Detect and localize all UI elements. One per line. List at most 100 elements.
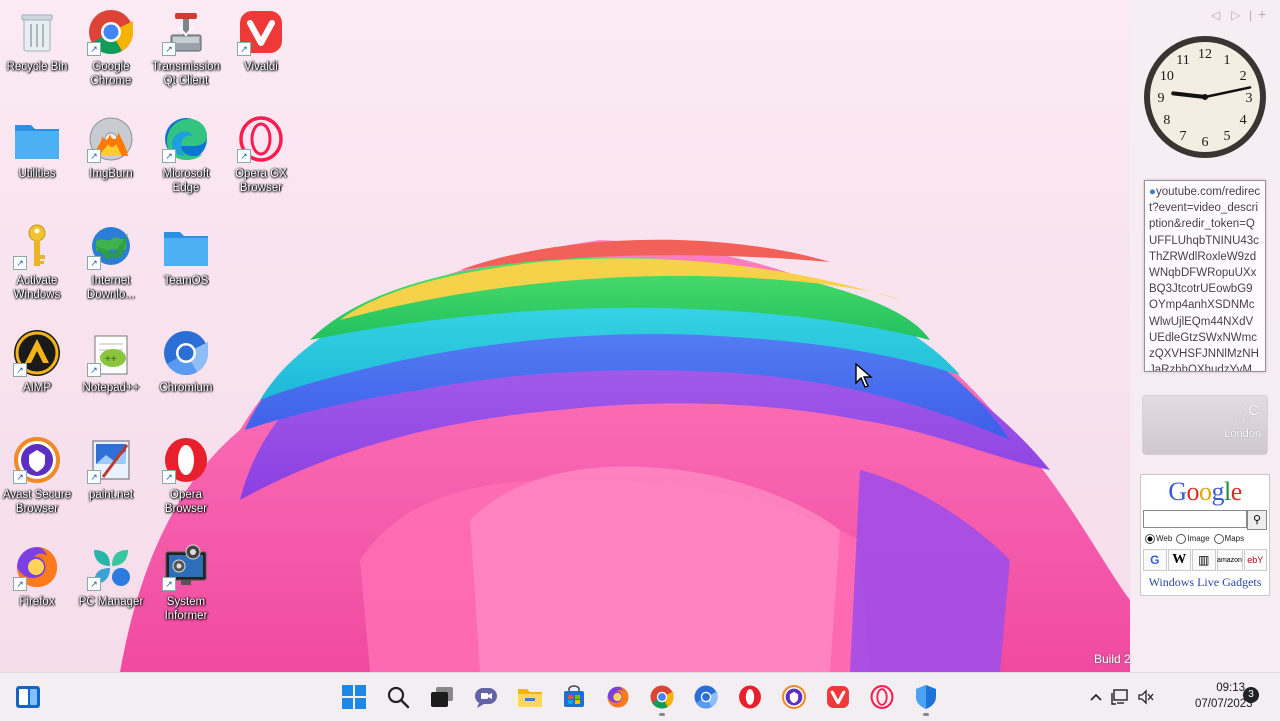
download-manager-globe-icon: ↗: [87, 222, 135, 270]
system-informer-shortcut[interactable]: ↗ System Informer: [150, 543, 222, 623]
mouse-cursor-icon: [855, 363, 873, 388]
taskbar-chrome[interactable]: [646, 681, 678, 716]
microsoft-store-button[interactable]: [558, 681, 590, 713]
running-indicator: [923, 713, 929, 716]
clock-number: 12: [1198, 47, 1212, 62]
service-google[interactable]: G: [1143, 549, 1167, 571]
taskbar-opera-gx[interactable]: [866, 681, 898, 713]
clock-number: 3: [1246, 91, 1253, 106]
transmission-icon: ↗: [162, 8, 210, 56]
icon-label: Activate Windows: [13, 275, 61, 301]
taskbar-opera[interactable]: [734, 681, 766, 713]
file-explorer-button[interactable]: [514, 681, 546, 713]
clock-number: 4: [1240, 113, 1247, 128]
avast-secure-browser-shortcut[interactable]: ↗ Avast Secure Browser: [1, 436, 73, 516]
shortcut-arrow-icon: ↗: [13, 363, 27, 377]
windows-live-gadgets-link[interactable]: Windows Live Gadgets: [1141, 575, 1269, 590]
clock-gadget[interactable]: 12 12 3 45678 9 1011: [1142, 34, 1268, 160]
taskbar-time: 09:13: [1216, 682, 1245, 694]
feed-headlines-gadget[interactable]: ●youtube.com/redirect?event=video_descri…: [1144, 180, 1266, 372]
google-search-gadget: Google ⚲ Web Image Maps G W ▥ amazon ebY…: [1140, 474, 1270, 596]
utilities-folder[interactable]: Utilities: [1, 115, 73, 181]
option-maps[interactable]: Maps: [1213, 534, 1244, 544]
gadget-prev-icon[interactable]: ◁: [1211, 8, 1220, 22]
service-wikipedia[interactable]: W: [1167, 549, 1191, 571]
taskbar-avast-browser[interactable]: [778, 681, 810, 713]
opera-icon: [739, 685, 761, 709]
google-search-button[interactable]: ⚲: [1247, 510, 1267, 530]
weather-city: London: [1224, 428, 1261, 440]
gadget-next-icon[interactable]: ▷: [1231, 8, 1240, 22]
task-view-button[interactable]: [426, 681, 458, 713]
shortcut-arrow-icon: ↗: [162, 149, 176, 163]
paint-net-shortcut[interactable]: ↗ paint.net: [75, 436, 147, 502]
opera-gx-shortcut[interactable]: ↗ Opera GX Browser: [225, 115, 297, 195]
icon-label: Recycle Bin: [6, 61, 68, 73]
notepad-plus-plus-shortcut[interactable]: ++ ↗ Notepad++: [75, 329, 147, 395]
service-news[interactable]: ▥: [1192, 549, 1216, 571]
shield-icon: [916, 685, 936, 709]
imgburn-shortcut[interactable]: ↗ ImgBurn: [75, 115, 147, 181]
network-tray-button[interactable]: [1108, 681, 1132, 713]
folder-icon: [162, 222, 210, 270]
chromium-shortcut[interactable]: Chromium: [150, 329, 222, 395]
widgets-button[interactable]: [12, 681, 44, 713]
activate-windows-shortcut[interactable]: ↗ Activate Windows: [1, 222, 73, 302]
recycle-bin-icon: [13, 8, 61, 56]
chromium-icon: [162, 329, 210, 377]
shortcut-arrow-icon: ↗: [87, 363, 101, 377]
avast-browser-icon: [782, 685, 806, 709]
clock-number: 11: [1176, 53, 1189, 68]
transmission-shortcut[interactable]: ↗ Transmission Qt Client: [150, 8, 222, 88]
taskbar-firefox[interactable]: [602, 681, 634, 713]
option-image[interactable]: Image: [1176, 534, 1210, 544]
start-button[interactable]: [338, 681, 370, 713]
icon-label: Microsoft Edge: [162, 168, 210, 194]
gadget-divider: |: [1249, 8, 1253, 22]
google-chrome-shortcut[interactable]: ↗ Google Chrome: [75, 8, 147, 88]
chromium-icon: [694, 685, 718, 709]
taskbar-clock[interactable]: 09:13 07/07/2023: [1195, 680, 1253, 712]
taskbar-chromium[interactable]: [690, 681, 722, 713]
service-ebay[interactable]: ebY: [1243, 549, 1267, 571]
icon-label: AIMP: [22, 382, 52, 394]
shortcut-arrow-icon: ↗: [162, 42, 176, 56]
taskbar-windows-security[interactable]: [910, 681, 942, 716]
internet-download-manager-shortcut[interactable]: ↗ Internet Downlo...: [75, 222, 147, 302]
chrome-icon: [650, 685, 674, 709]
feed-item-text[interactable]: youtube.com/redirect?event=video_descrip…: [1149, 186, 1260, 371]
microsoft-edge-shortcut[interactable]: ↗ Microsoft Edge: [150, 115, 222, 195]
shortcut-arrow-icon: ↗: [237, 149, 251, 163]
opera-browser-shortcut[interactable]: ↗ Opera Browser: [150, 436, 222, 516]
shortcut-arrow-icon: ↗: [162, 577, 176, 591]
weather-gadget[interactable]: °C °/° London: [1142, 395, 1268, 455]
search-button[interactable]: [382, 681, 414, 713]
teams-chat-button[interactable]: [470, 681, 502, 713]
clock-number: 2: [1240, 69, 1247, 84]
taskbar-date: 07/07/2023: [1195, 698, 1253, 710]
service-amazon[interactable]: amazon: [1216, 549, 1243, 571]
running-indicator: [659, 713, 665, 716]
google-search-input[interactable]: [1143, 510, 1247, 528]
volume-tray-button[interactable]: [1134, 681, 1158, 713]
add-gadget-icon[interactable]: +: [1258, 6, 1266, 22]
vivaldi-shortcut[interactable]: ↗ Vivaldi: [225, 8, 297, 74]
vivaldi-icon: [827, 686, 849, 708]
notification-center-badge[interactable]: 3: [1243, 687, 1259, 703]
icon-label: Chromium: [159, 382, 213, 394]
shortcut-arrow-icon: ↗: [87, 470, 101, 484]
chat-icon: [475, 688, 497, 708]
teamos-folder[interactable]: TeamOS: [150, 222, 222, 288]
store-icon: [564, 685, 584, 707]
recycle-bin-shortcut[interactable]: Recycle Bin: [1, 8, 73, 74]
shortcut-arrow-icon: ↗: [162, 470, 176, 484]
firefox-shortcut[interactable]: ↗ Firefox: [1, 543, 73, 609]
pc-manager-shortcut[interactable]: ↗ PC Manager: [75, 543, 147, 609]
shortcut-arrow-icon: ↗: [237, 42, 251, 56]
aimp-shortcut[interactable]: ↗ AIMP: [1, 329, 73, 395]
taskbar-vivaldi[interactable]: [822, 681, 854, 713]
opera-gx-icon: [870, 685, 894, 709]
icon-label: ImgBurn: [89, 168, 133, 180]
widgets-icon: [16, 686, 40, 708]
option-web[interactable]: Web: [1145, 534, 1172, 544]
